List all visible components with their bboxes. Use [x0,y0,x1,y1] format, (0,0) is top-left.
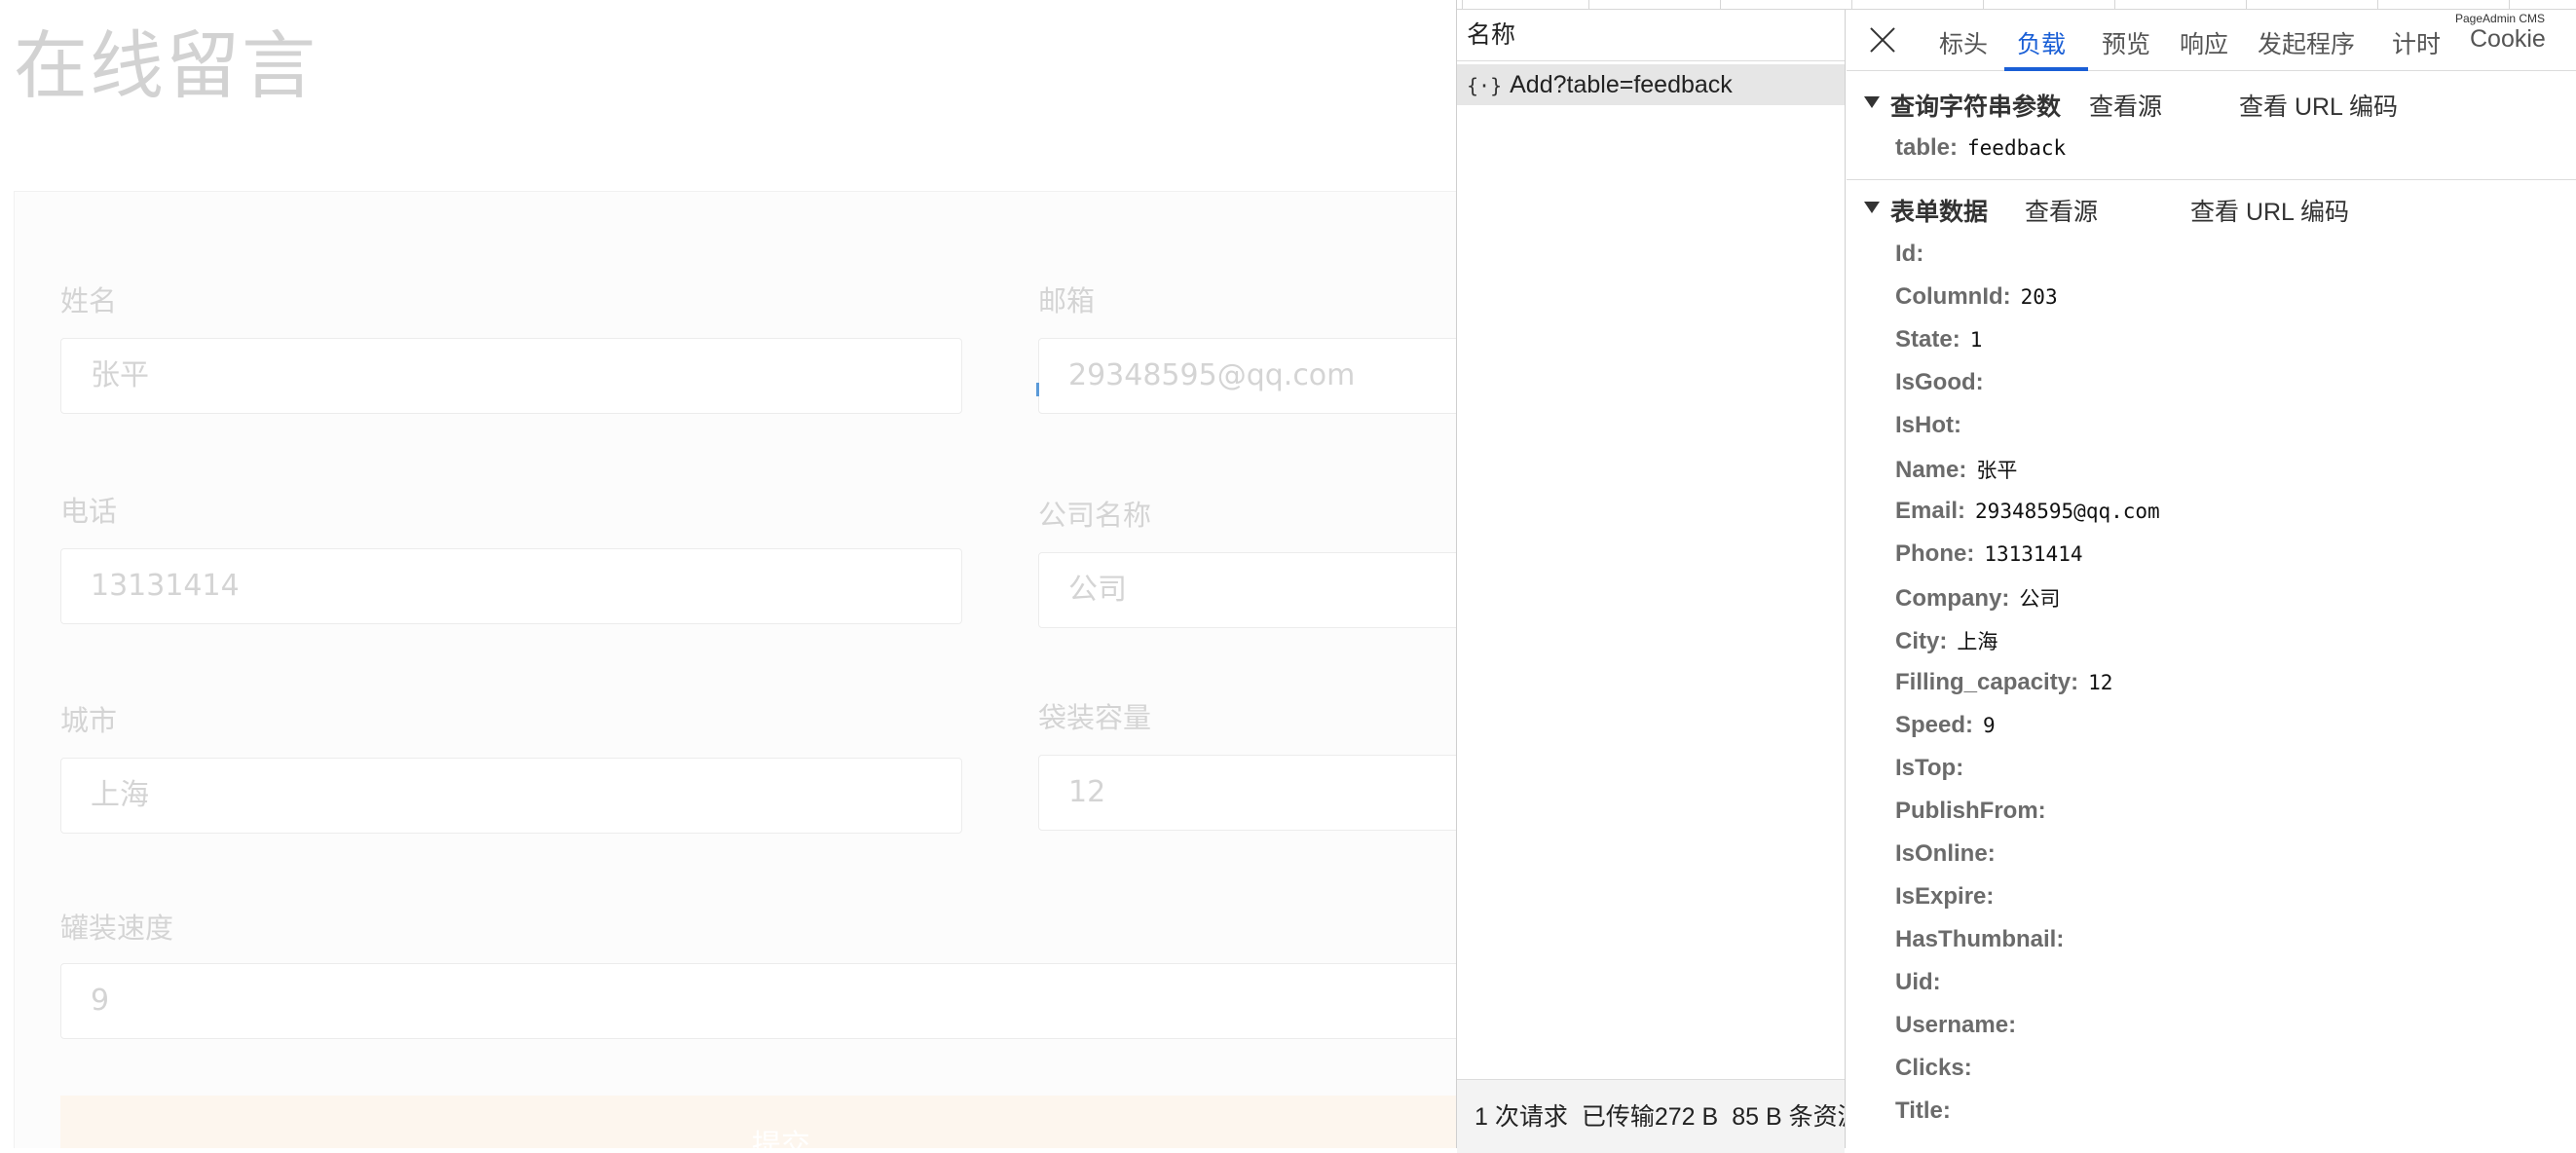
name-label: 姓名 [60,284,118,317]
close-icon[interactable] [1866,23,1899,56]
text-cursor [1036,383,1039,396]
form-param-row: IsHot: [1895,412,1961,438]
detail-tab-bar: 标头 负载 预览 响应 发起程序 计时 Cookie PageAdmin CMS [1847,10,2576,71]
transferred-size: 已传输272 B [1581,1103,1719,1131]
brand-watermark: PageAdmin CMS [2455,12,2546,25]
form-param-row: IsTop: [1895,755,1964,781]
form-param-row: Uid: [1895,969,1941,995]
view-source-link[interactable]: 查看源 [2025,193,2098,228]
company-label: 公司名称 [1038,499,1152,532]
form-param-row: Id: [1895,241,1924,267]
fetch-icon: {·} [1467,74,1503,97]
request-name: Add?table=feedback [1510,71,1733,98]
email-label: 邮箱 [1038,284,1096,317]
tab-headers[interactable]: 标头 [1939,25,1988,60]
email-input[interactable]: 29348595@qq.com [1038,338,1456,414]
form-param-row: Clicks: [1895,1055,1972,1081]
phone-input[interactable]: 13131414 [60,548,962,624]
filling-speed-input[interactable]: 9 [60,963,1456,1039]
web-page: 在线留言 姓名 张平 邮箱 29348595@qq.com 电话 1313141… [0,0,1456,1148]
query-param-row: table: feedback [1895,134,2067,161]
submit-label: 提交 [752,1129,810,1148]
form-param-row: IsExpire: [1895,883,1995,910]
tab-payload[interactable]: 负载 [2017,25,2066,60]
section-divider [1847,179,2576,180]
form-param-row: Phone: 13131414 [1895,540,2083,567]
company-input[interactable]: 公司 [1038,552,1456,628]
tab-initiator[interactable]: 发起程序 [2258,25,2355,60]
form-param-row: Email: 29348595@qq.com [1895,498,2160,524]
request-detail-pane: 标头 负载 预览 响应 发起程序 计时 Cookie PageAdmin CMS… [1847,10,2576,1148]
name-column-header[interactable]: 名称 [1457,10,1845,61]
query-params-header[interactable]: 查询字符串参数 查看源 查看 URL 编码 [1847,83,2576,126]
form-param-row: Speed: 9 [1895,712,1996,738]
view-source-link[interactable]: 查看源 [2089,88,2162,123]
tab-response[interactable]: 响应 [2180,25,2228,60]
city-label: 城市 [60,704,118,737]
form-param-row: HasThumbnail: [1895,926,2065,952]
page-title: 在线留言 [14,22,317,109]
collapse-triangle-icon[interactable] [1864,96,1880,108]
phone-label: 电话 [60,495,118,528]
tab-preview[interactable]: 预览 [2102,25,2150,60]
city-input[interactable]: 上海 [60,758,962,834]
collapse-triangle-icon[interactable] [1864,202,1880,213]
tab-cookies[interactable]: Cookie [2470,25,2546,54]
form-param-row: PublishFrom: [1895,798,2046,824]
resource-size: 85 B 条资源 [1732,1103,1845,1131]
filling-speed-label: 罐装速度 [60,911,174,945]
bag-capacity-input[interactable]: 12 [1038,755,1456,831]
form-param-row: Company: 公司 [1895,585,2061,612]
request-row[interactable]: {·} Add?table=feedback [1457,64,1845,105]
form-param-row: City: 上海 [1895,628,1998,654]
view-url-encoded-link[interactable]: 查看 URL 编码 [2239,88,2398,123]
form-param-row: Name: 张平 [1895,457,2018,483]
submit-button[interactable]: 提交 [60,1096,1456,1148]
tab-timing[interactable]: 计时 [2392,25,2441,60]
request-count: 1 次请求 [1475,1103,1568,1131]
active-tab-indicator [2004,67,2088,71]
form-data-header[interactable]: 表单数据 查看源 查看 URL 编码 [1847,188,2576,231]
name-input[interactable]: 张平 [60,338,962,414]
form-param-row: ColumnId: 203 [1895,283,2058,310]
form-param-row: Title: [1895,1097,1951,1124]
waterfall-column-strip [1457,0,2576,10]
form-param-row: IsGood: [1895,369,1984,395]
request-list-pane: 名称 {·} Add?table=feedback 1 次请求 已传输272 B 85… [1457,10,1846,1153]
bag-capacity-label: 袋装容量 [1038,701,1152,734]
form-param-row: Username: [1895,1012,2017,1038]
form-param-row: State: 1 [1895,326,1983,353]
status-bar: 1 次请求已传输272 B 85 B 条资源 [1457,1079,1845,1153]
devtools-network-panel: 名称 {·} Add?table=feedback 1 次请求 已传输272 B 85… [1456,0,2576,1153]
form-param-row: IsOnline: [1895,840,1996,867]
view-url-encoded-link[interactable]: 查看 URL 编码 [2190,193,2349,228]
form-param-row: Filling_capacity: 12 [1895,669,2113,695]
